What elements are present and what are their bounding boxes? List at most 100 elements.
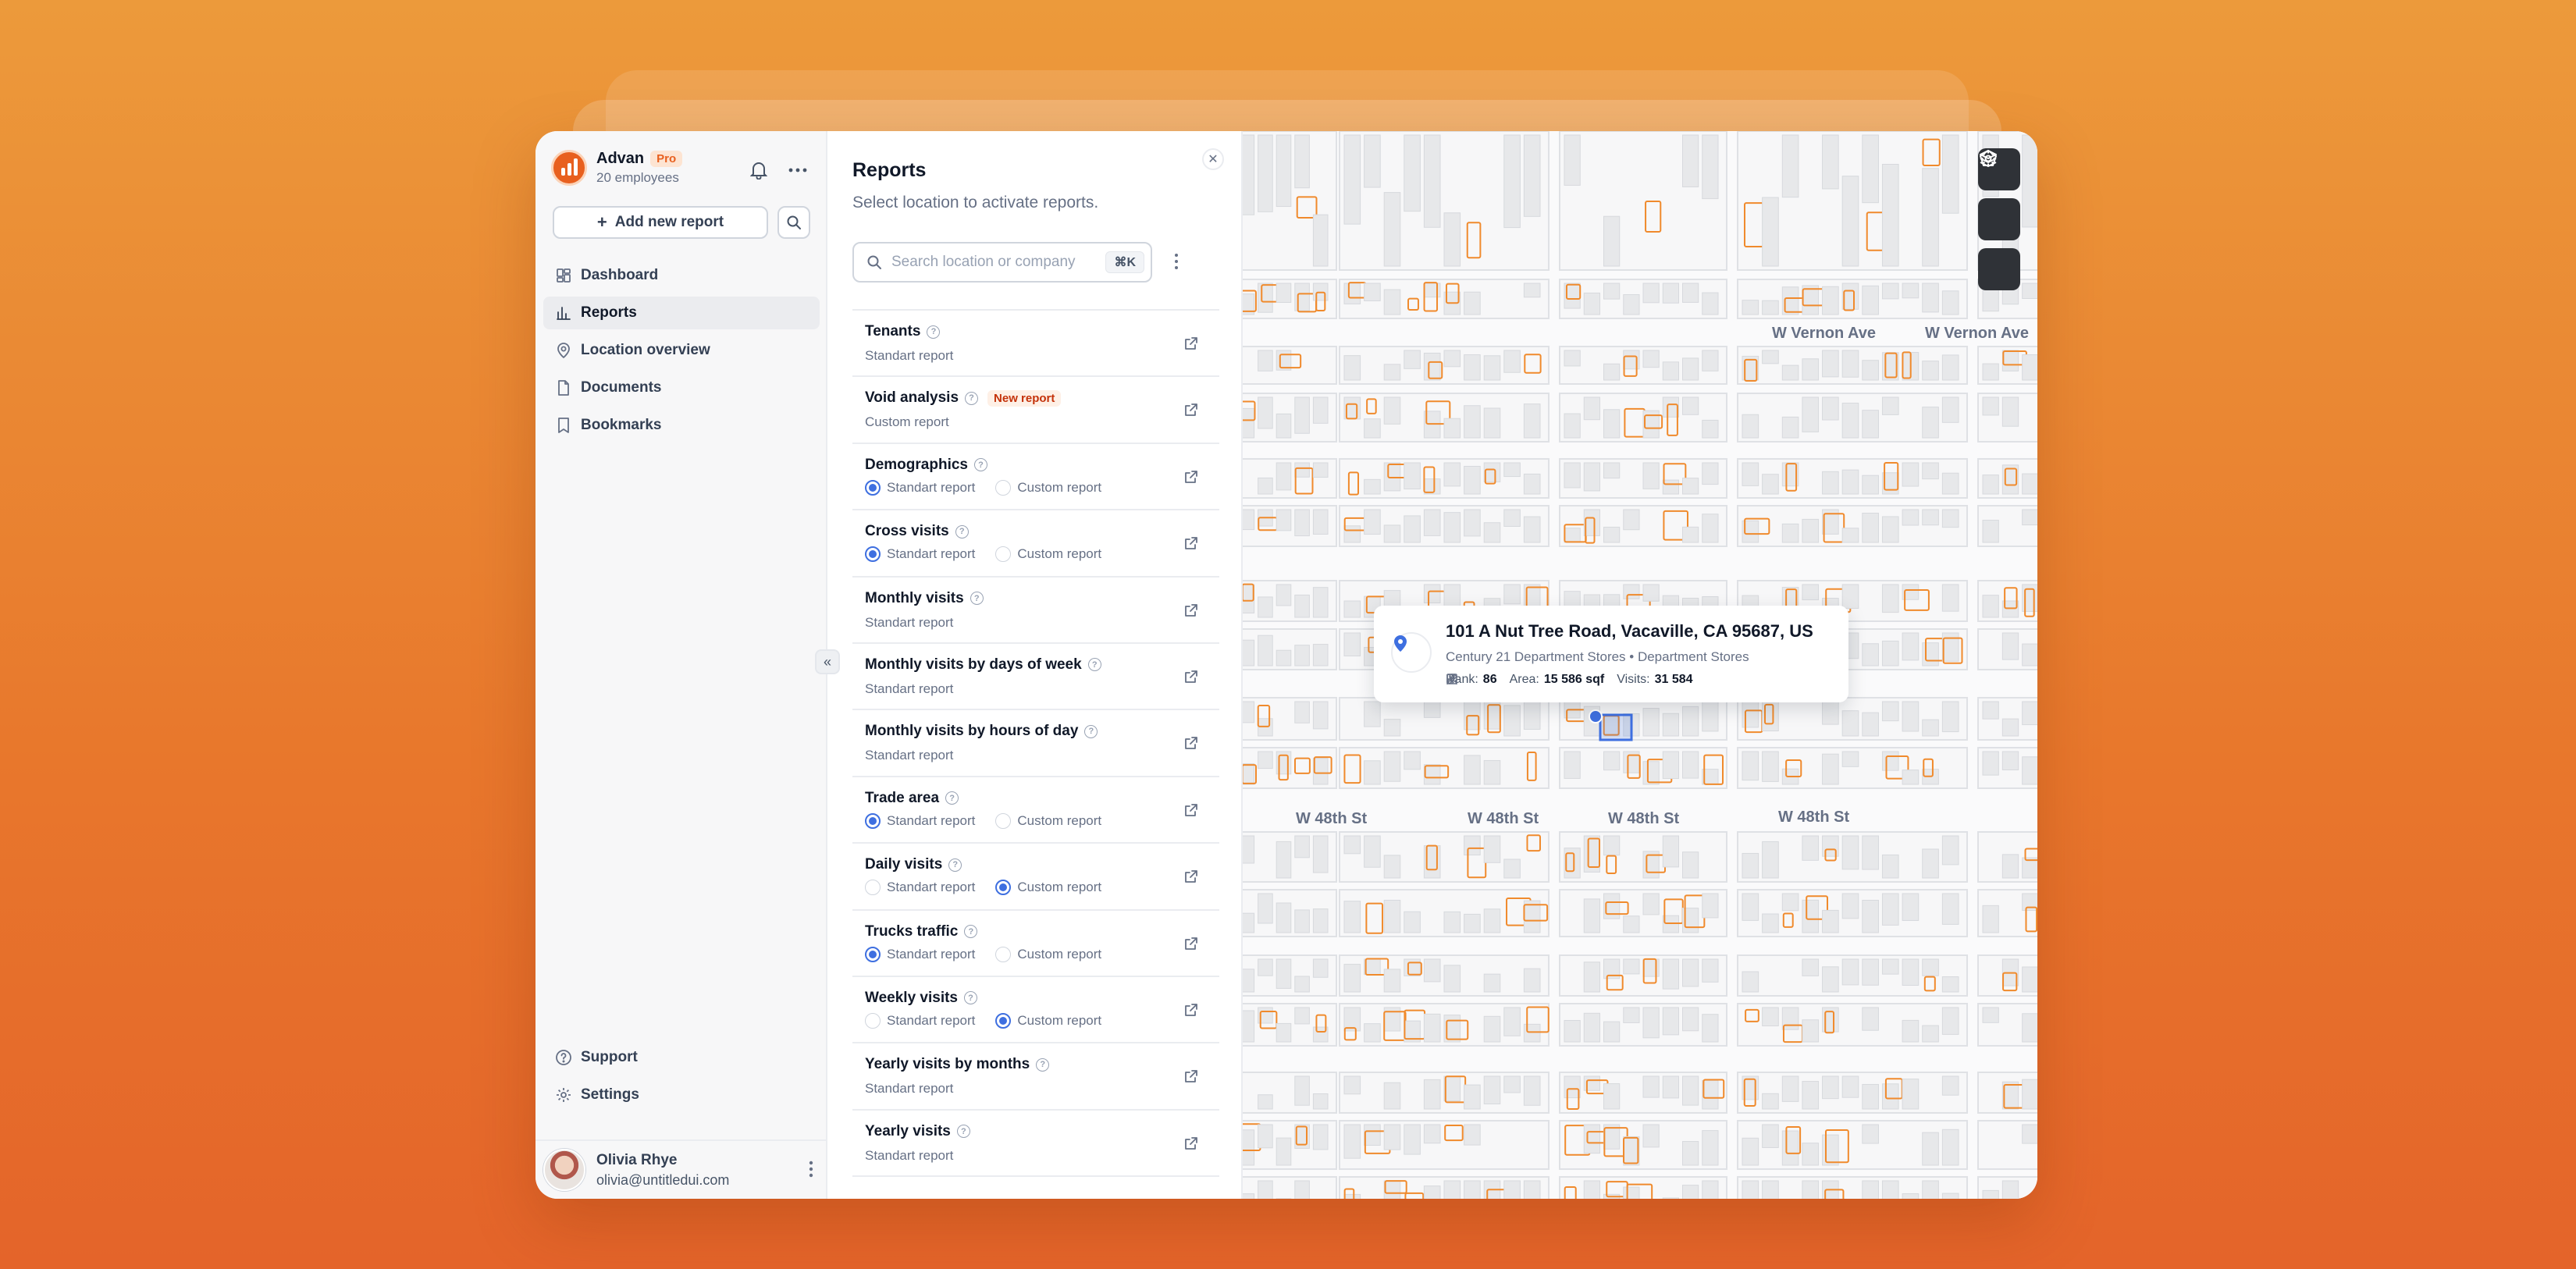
help-icon[interactable]: ?	[927, 325, 941, 339]
external-link-icon[interactable]	[1183, 469, 1199, 489]
map-toolbar	[1978, 148, 2020, 290]
more-vertical-icon[interactable]	[809, 1160, 813, 1182]
help-icon[interactable]: ?	[955, 524, 969, 539]
help-icon[interactable]: ?	[964, 925, 978, 939]
more-horizontal-icon[interactable]	[787, 159, 809, 181]
report-row[interactable]: Tenants? Standart report	[852, 311, 1219, 378]
custom-report-radio[interactable]: Custom report	[995, 546, 1101, 563]
report-row[interactable]: Monthly visits? Standart report	[852, 578, 1219, 644]
report-type: Custom report	[865, 414, 949, 430]
add-new-report-button[interactable]: + Add new report	[553, 206, 768, 239]
help-icon[interactable]: ?	[1087, 658, 1101, 672]
radio-dot[interactable]	[865, 479, 881, 496]
radio-dot[interactable]	[995, 812, 1012, 829]
external-link-icon[interactable]	[1183, 869, 1199, 888]
nav-item-settings[interactable]: Settings	[543, 1079, 820, 1111]
brand-name: Advan	[596, 150, 645, 167]
user-profile[interactable]: Olivia Rhye olivia@untitledui.com	[535, 1139, 827, 1199]
report-title: Tenants	[865, 323, 921, 339]
street-label: W 48th St	[1468, 810, 1539, 827]
nav-item-support[interactable]: Support	[543, 1041, 820, 1074]
close-panel-button[interactable]: ✕	[1202, 148, 1224, 170]
standard-report-radio[interactable]: Standart report	[865, 946, 975, 962]
sidebar-search-button[interactable]	[777, 206, 810, 239]
avatar[interactable]	[543, 1149, 585, 1191]
standard-report-radio[interactable]: Standart report	[865, 812, 975, 829]
report-row[interactable]: Void analysis? New report Custom report	[852, 377, 1219, 444]
report-row[interactable]: Monthly visits by days of week? Standart …	[852, 644, 1219, 711]
radio-dot[interactable]	[995, 479, 1012, 496]
report-row[interactable]: Demographics? Standart report Custom repor…	[852, 444, 1219, 511]
external-link-icon[interactable]	[1183, 669, 1199, 688]
nav-item-reports[interactable]: Reports	[543, 297, 820, 329]
report-row[interactable]: Yearly visits? Standart report	[852, 1111, 1219, 1178]
help-icon[interactable]: ?	[1036, 1058, 1050, 1072]
brand[interactable]: Advan Pro 20 employees	[551, 150, 683, 186]
report-row[interactable]: Yearly visits by months? Standart report	[852, 1043, 1219, 1111]
radio-dot[interactable]	[865, 946, 881, 962]
standard-report-radio[interactable]: Standart report	[865, 1012, 975, 1029]
report-title: Daily visits	[865, 856, 943, 873]
help-icon[interactable]: ?	[945, 791, 959, 805]
report-list: Tenants? Standart report Void analysis? New…	[852, 309, 1219, 1178]
help-icon[interactable]: ?	[964, 991, 978, 1005]
radio-dot[interactable]	[865, 1012, 881, 1029]
help-icon[interactable]: ?	[970, 592, 984, 606]
help-icon[interactable]: ?	[965, 391, 979, 405]
external-link-icon[interactable]	[1183, 1002, 1199, 1022]
help-icon[interactable]: ?	[956, 1125, 970, 1139]
radio-dot[interactable]	[995, 1012, 1012, 1029]
help-icon[interactable]: ?	[1084, 724, 1098, 738]
standard-report-radio[interactable]: Standart report	[865, 546, 975, 563]
external-link-icon[interactable]	[1183, 1136, 1199, 1155]
report-row[interactable]: Monthly visits by hours of day? Standart …	[852, 710, 1219, 777]
location-popup[interactable]: 101 A Nut Tree Road, Vacaville, CA 95687…	[1374, 606, 1848, 702]
collapse-sidebar-button[interactable]: «	[815, 649, 840, 674]
location-search[interactable]: ⌘K	[852, 242, 1152, 283]
custom-report-radio[interactable]: Custom report	[995, 880, 1101, 896]
external-link-icon[interactable]	[1183, 535, 1199, 555]
reports-title: Reports	[852, 159, 927, 181]
custom-report-radio[interactable]: Custom report	[995, 946, 1101, 962]
report-row[interactable]: Trade area? Standart report Custom report	[852, 777, 1219, 844]
standard-report-radio[interactable]: Standart report	[865, 880, 975, 896]
external-link-icon[interactable]	[1183, 1068, 1199, 1088]
bell-icon[interactable]	[748, 159, 770, 181]
radio-dot[interactable]	[995, 546, 1012, 563]
nav-item-documents[interactable]: Documents	[543, 371, 820, 404]
map-settings-button[interactable]	[1978, 151, 2020, 290]
nav-item-bookmarks[interactable]: Bookmarks	[543, 409, 820, 442]
nav-item-label: Support	[581, 1049, 638, 1065]
external-link-icon[interactable]	[1183, 402, 1199, 421]
external-link-icon[interactable]	[1183, 735, 1199, 755]
external-link-icon[interactable]	[1183, 802, 1199, 822]
radio-dot[interactable]	[865, 546, 881, 563]
radio-dot[interactable]	[865, 812, 881, 829]
custom-report-radio[interactable]: Custom report	[995, 479, 1101, 496]
location-pin-icon	[1391, 632, 1432, 673]
help-icon[interactable]: ?	[948, 858, 962, 872]
external-link-icon[interactable]	[1183, 603, 1199, 622]
external-link-icon[interactable]	[1183, 936, 1199, 955]
nav-item-label: Location overview	[581, 342, 710, 358]
standard-report-radio[interactable]: Standart report	[865, 479, 975, 496]
custom-report-radio[interactable]: Custom report	[995, 812, 1101, 829]
more-vertical-icon[interactable]	[1174, 253, 1179, 274]
radio-dot[interactable]	[995, 880, 1012, 896]
street-label: W 48th St	[1778, 809, 1850, 826]
custom-report-radio[interactable]: Custom report	[995, 1012, 1101, 1029]
nav-item-location-overview[interactable]: Location overview	[543, 334, 820, 367]
radio-dot[interactable]	[865, 880, 881, 896]
radio-dot[interactable]	[995, 946, 1012, 962]
report-row[interactable]: Trucks traffic? Standart report Custom rep…	[852, 911, 1219, 977]
external-link-icon[interactable]	[1183, 336, 1199, 355]
location-search-input[interactable]	[891, 254, 1126, 271]
report-row[interactable]: Weekly visits? Standart report Custom repo…	[852, 977, 1219, 1044]
draw-polygon-button[interactable]	[1978, 150, 2020, 240]
report-row[interactable]: Daily visits? Standart report Custom repor…	[852, 844, 1219, 911]
help-icon[interactable]: ?	[973, 458, 987, 472]
map[interactable]: W Vernon Ave W Vernon Ave W 48th St W 48…	[1243, 131, 2037, 1199]
report-row[interactable]: Cross visits? Standart report Custom repor…	[852, 510, 1219, 578]
report-type-options: Standart report Custom report	[865, 546, 1219, 563]
nav-item-dashboard[interactable]: Dashboard	[543, 259, 820, 292]
